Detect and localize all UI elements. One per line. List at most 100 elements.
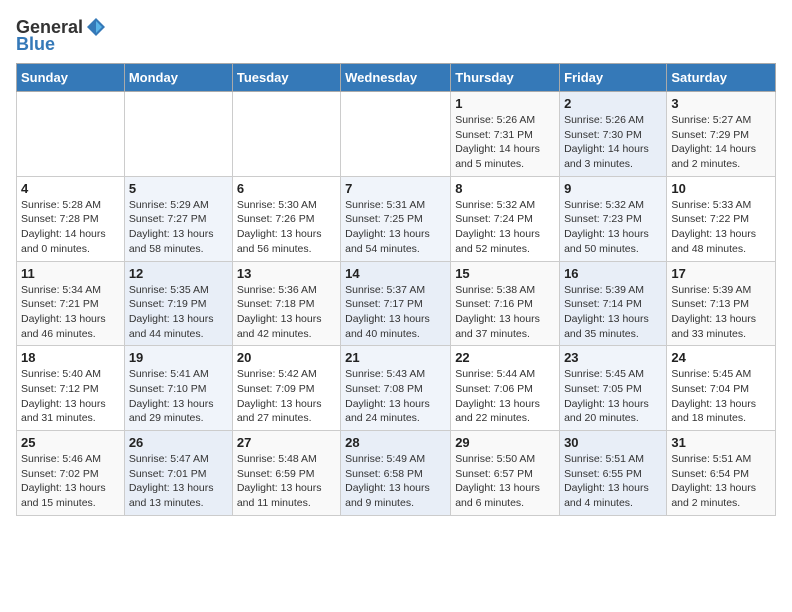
calendar-week-row: 25 Sunrise: 5:46 AM Sunset: 7:02 PM Dayli…: [17, 431, 776, 516]
calendar-week-row: 11Sunrise: 5:34 AM Sunset: 7:21 PM Dayli…: [17, 261, 776, 346]
calendar-cell: 19 Sunrise: 5:41 AM Sunset: 7:10 PM Dayli…: [124, 346, 232, 431]
calendar-cell: 21 Sunrise: 5:43 AM Sunset: 7:08 PM Dayli…: [341, 346, 451, 431]
day-number: 24: [671, 350, 771, 365]
day-info: Sunrise: 5:39 AM Sunset: 7:13 PM Dayligh…: [671, 283, 771, 342]
calendar-cell: 25 Sunrise: 5:46 AM Sunset: 7:02 PM Dayli…: [17, 431, 125, 516]
day-number: 19: [129, 350, 228, 365]
day-number: 27: [237, 435, 336, 450]
day-info: Sunrise: 5:30 AM Sunset: 7:26 PM Dayligh…: [237, 198, 336, 257]
day-info: Sunrise: 5:27 AM Sunset: 7:29 PM Dayligh…: [671, 113, 771, 172]
calendar-cell: 20 Sunrise: 5:42 AM Sunset: 7:09 PM Dayli…: [232, 346, 340, 431]
day-number: 22: [455, 350, 555, 365]
day-number: 17: [671, 266, 771, 281]
day-number: 14: [345, 266, 446, 281]
calendar-cell: 23 Sunrise: 5:45 AM Sunset: 7:05 PM Dayli…: [560, 346, 667, 431]
logo-blue: Blue: [16, 34, 55, 55]
calendar-cell: 5 Sunrise: 5:29 AM Sunset: 7:27 PM Daylig…: [124, 176, 232, 261]
calendar-cell: [232, 92, 340, 177]
day-number: 30: [564, 435, 662, 450]
logo: General Blue: [16, 16, 107, 55]
day-info: Sunrise: 5:26 AM Sunset: 7:30 PM Dayligh…: [564, 113, 662, 172]
day-info: Sunrise: 5:49 AM Sunset: 6:58 PM Dayligh…: [345, 452, 446, 511]
day-info: Sunrise: 5:32 AM Sunset: 7:24 PM Dayligh…: [455, 198, 555, 257]
calendar-cell: 1 Sunrise: 5:26 AM Sunset: 7:31 PM Daylig…: [451, 92, 560, 177]
day-number: 8: [455, 181, 555, 196]
calendar-cell: 17 Sunrise: 5:39 AM Sunset: 7:13 PM Dayli…: [667, 261, 776, 346]
day-number: 12: [129, 266, 228, 281]
day-info: Sunrise: 5:38 AM Sunset: 7:16 PM Dayligh…: [455, 283, 555, 342]
day-info: Sunrise: 5:47 AM Sunset: 7:01 PM Dayligh…: [129, 452, 228, 511]
calendar-cell: 14 Sunrise: 5:37 AM Sunset: 7:17 PM Dayli…: [341, 261, 451, 346]
day-info: Sunrise: 5:46 AM Sunset: 7:02 PM Dayligh…: [21, 452, 120, 511]
day-number: 31: [671, 435, 771, 450]
day-number: 23: [564, 350, 662, 365]
day-number: 3: [671, 96, 771, 111]
day-number: 20: [237, 350, 336, 365]
day-info: Sunrise: 5:45 AM Sunset: 7:05 PM Dayligh…: [564, 367, 662, 426]
day-number: 29: [455, 435, 555, 450]
day-header-wednesday: Wednesday: [341, 64, 451, 92]
calendar-week-row: 4 Sunrise: 5:28 AM Sunset: 7:28 PM Daylig…: [17, 176, 776, 261]
day-number: 15: [455, 266, 555, 281]
day-number: 25: [21, 435, 120, 450]
calendar-header-row: SundayMondayTuesdayWednesdayThursdayFrid…: [17, 64, 776, 92]
day-number: 9: [564, 181, 662, 196]
day-header-thursday: Thursday: [451, 64, 560, 92]
day-info: Sunrise: 5:50 AM Sunset: 6:57 PM Dayligh…: [455, 452, 555, 511]
day-info: Sunrise: 5:43 AM Sunset: 7:08 PM Dayligh…: [345, 367, 446, 426]
day-info: Sunrise: 5:45 AM Sunset: 7:04 PM Dayligh…: [671, 367, 771, 426]
day-header-tuesday: Tuesday: [232, 64, 340, 92]
calendar-cell: 12 Sunrise: 5:35 AM Sunset: 7:19 PM Dayli…: [124, 261, 232, 346]
calendar-cell: 31 Sunrise: 5:51 AM Sunset: 6:54 PM Dayli…: [667, 431, 776, 516]
day-header-saturday: Saturday: [667, 64, 776, 92]
calendar-cell: 9Sunrise: 5:32 AM Sunset: 7:23 PM Daylig…: [560, 176, 667, 261]
calendar-cell: 30Sunrise: 5:51 AM Sunset: 6:55 PM Dayli…: [560, 431, 667, 516]
day-number: 7: [345, 181, 446, 196]
calendar-cell: [17, 92, 125, 177]
calendar-cell: 3 Sunrise: 5:27 AM Sunset: 7:29 PM Daylig…: [667, 92, 776, 177]
day-info: Sunrise: 5:31 AM Sunset: 7:25 PM Dayligh…: [345, 198, 446, 257]
day-number: 11: [21, 266, 120, 281]
day-info: Sunrise: 5:48 AM Sunset: 6:59 PM Dayligh…: [237, 452, 336, 511]
calendar-cell: 22 Sunrise: 5:44 AM Sunset: 7:06 PM Dayli…: [451, 346, 560, 431]
calendar-cell: 2Sunrise: 5:26 AM Sunset: 7:30 PM Daylig…: [560, 92, 667, 177]
day-number: 4: [21, 181, 120, 196]
calendar-cell: 7 Sunrise: 5:31 AM Sunset: 7:25 PM Daylig…: [341, 176, 451, 261]
day-number: 18: [21, 350, 120, 365]
day-info: Sunrise: 5:29 AM Sunset: 7:27 PM Dayligh…: [129, 198, 228, 257]
day-info: Sunrise: 5:26 AM Sunset: 7:31 PM Dayligh…: [455, 113, 555, 172]
calendar-cell: 16Sunrise: 5:39 AM Sunset: 7:14 PM Dayli…: [560, 261, 667, 346]
day-number: 21: [345, 350, 446, 365]
calendar-cell: 18 Sunrise: 5:40 AM Sunset: 7:12 PM Dayli…: [17, 346, 125, 431]
calendar-week-row: 1 Sunrise: 5:26 AM Sunset: 7:31 PM Daylig…: [17, 92, 776, 177]
day-info: Sunrise: 5:37 AM Sunset: 7:17 PM Dayligh…: [345, 283, 446, 342]
calendar-cell: [341, 92, 451, 177]
calendar-cell: 10Sunrise: 5:33 AM Sunset: 7:22 PM Dayli…: [667, 176, 776, 261]
calendar-cell: 15 Sunrise: 5:38 AM Sunset: 7:16 PM Dayli…: [451, 261, 560, 346]
day-number: 26: [129, 435, 228, 450]
header: General Blue: [16, 16, 776, 55]
day-number: 1: [455, 96, 555, 111]
day-number: 28: [345, 435, 446, 450]
day-header-friday: Friday: [560, 64, 667, 92]
day-info: Sunrise: 5:28 AM Sunset: 7:28 PM Dayligh…: [21, 198, 120, 257]
logo-icon: [85, 16, 107, 38]
day-number: 13: [237, 266, 336, 281]
calendar-cell: 29 Sunrise: 5:50 AM Sunset: 6:57 PM Dayli…: [451, 431, 560, 516]
calendar-cell: 4 Sunrise: 5:28 AM Sunset: 7:28 PM Daylig…: [17, 176, 125, 261]
calendar-cell: 28 Sunrise: 5:49 AM Sunset: 6:58 PM Dayli…: [341, 431, 451, 516]
day-number: 5: [129, 181, 228, 196]
day-info: Sunrise: 5:42 AM Sunset: 7:09 PM Dayligh…: [237, 367, 336, 426]
day-info: Sunrise: 5:51 AM Sunset: 6:54 PM Dayligh…: [671, 452, 771, 511]
day-info: Sunrise: 5:44 AM Sunset: 7:06 PM Dayligh…: [455, 367, 555, 426]
day-info: Sunrise: 5:41 AM Sunset: 7:10 PM Dayligh…: [129, 367, 228, 426]
calendar-cell: 6Sunrise: 5:30 AM Sunset: 7:26 PM Daylig…: [232, 176, 340, 261]
calendar-cell: 8 Sunrise: 5:32 AM Sunset: 7:24 PM Daylig…: [451, 176, 560, 261]
day-header-monday: Monday: [124, 64, 232, 92]
day-info: Sunrise: 5:40 AM Sunset: 7:12 PM Dayligh…: [21, 367, 120, 426]
calendar-cell: 27 Sunrise: 5:48 AM Sunset: 6:59 PM Dayli…: [232, 431, 340, 516]
calendar-week-row: 18 Sunrise: 5:40 AM Sunset: 7:12 PM Dayli…: [17, 346, 776, 431]
calendar-cell: 11Sunrise: 5:34 AM Sunset: 7:21 PM Dayli…: [17, 261, 125, 346]
day-info: Sunrise: 5:35 AM Sunset: 7:19 PM Dayligh…: [129, 283, 228, 342]
calendar-cell: 26 Sunrise: 5:47 AM Sunset: 7:01 PM Dayli…: [124, 431, 232, 516]
